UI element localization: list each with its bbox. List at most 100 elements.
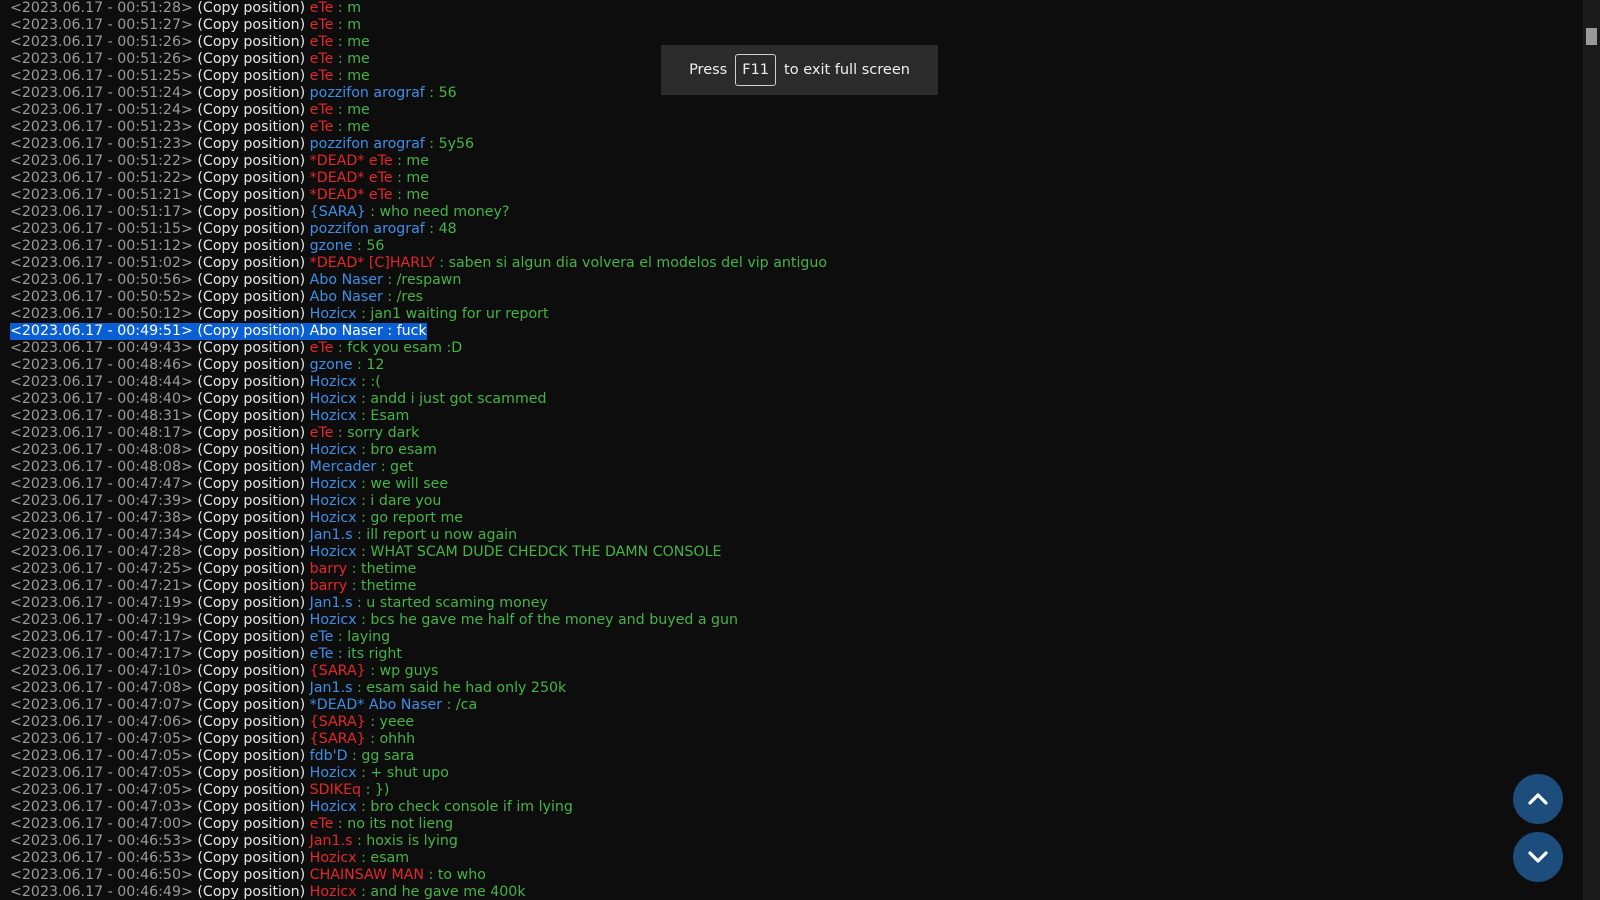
player-name: *DEAD* eTe [309,153,393,169]
copy-position-link[interactable]: (Copy position) [197,187,305,203]
chat-message: ill report u now again [366,527,518,543]
player-name: pozzifon arograf [309,85,425,101]
timestamp: <2023.06.17 - 00:47:05> [10,731,193,747]
timestamp: <2023.06.17 - 00:51:12> [10,238,193,254]
chevron-up-icon [1528,793,1548,805]
copy-position-link[interactable]: (Copy position) [197,34,305,50]
copy-position-link[interactable]: (Copy position) [197,816,305,832]
copy-position-link[interactable]: (Copy position) [197,782,305,798]
player-name: Abo Naser [309,323,383,339]
copy-position-link[interactable]: (Copy position) [197,425,305,441]
copy-position-link[interactable]: (Copy position) [197,527,305,543]
chat-line: <2023.06.17 - 00:47:07> (Copy position) … [10,697,478,713]
fullscreen-toast: Press F11 to exit full screen [661,45,938,95]
copy-position-link[interactable]: (Copy position) [197,119,305,135]
copy-position-link[interactable]: (Copy position) [197,0,305,16]
chat-line: <2023.06.17 - 00:51:21> (Copy position) … [10,187,429,203]
copy-position-link[interactable]: (Copy position) [197,357,305,373]
timestamp: <2023.06.17 - 00:50:12> [10,306,193,322]
chat-message: esam said he had only 250k [366,680,567,696]
player-name: Hozicx [309,850,357,866]
copy-position-link[interactable]: (Copy position) [197,561,305,577]
player-name: Hozicx [309,493,357,509]
copy-position-link[interactable]: (Copy position) [197,459,305,475]
copy-position-link[interactable]: (Copy position) [197,544,305,560]
copy-position-link[interactable]: (Copy position) [197,306,305,322]
copy-position-link[interactable]: (Copy position) [197,238,305,254]
timestamp: <2023.06.17 - 00:46:53> [10,833,193,849]
chat-message: fuck [396,323,427,339]
player-name: Jan1.s [309,527,353,543]
chat-message: m [347,17,362,33]
copy-position-link[interactable]: (Copy position) [197,595,305,611]
copy-position-link[interactable]: (Copy position) [197,102,305,118]
scrollbar-thumb[interactable] [1586,28,1597,45]
copy-position-link[interactable]: (Copy position) [197,850,305,866]
copy-position-link[interactable]: (Copy position) [197,629,305,645]
copy-position-link[interactable]: (Copy position) [197,442,305,458]
copy-position-link[interactable]: (Copy position) [197,510,305,526]
copy-position-link[interactable]: (Copy position) [197,85,305,101]
player-name: gzone [309,357,353,373]
copy-position-link[interactable]: (Copy position) [197,799,305,815]
copy-position-link[interactable]: (Copy position) [197,51,305,67]
copy-position-link[interactable]: (Copy position) [197,153,305,169]
copy-position-link[interactable]: (Copy position) [197,272,305,288]
copy-position-link[interactable]: (Copy position) [197,323,305,339]
timestamp: <2023.06.17 - 00:47:19> [10,595,193,611]
timestamp: <2023.06.17 - 00:47:00> [10,816,193,832]
copy-position-link[interactable]: (Copy position) [197,833,305,849]
copy-position-link[interactable]: (Copy position) [197,289,305,305]
copy-position-link[interactable]: (Copy position) [197,765,305,781]
scroll-down-button[interactable] [1513,832,1563,882]
copy-position-link[interactable]: (Copy position) [197,663,305,679]
chat-line: <2023.06.17 - 00:47:17> (Copy position) … [10,629,391,645]
copy-position-link[interactable]: (Copy position) [197,714,305,730]
copy-position-link[interactable]: (Copy position) [197,578,305,594]
copy-position-link[interactable]: (Copy position) [197,646,305,662]
copy-position-link[interactable]: (Copy position) [197,136,305,152]
copy-position-link[interactable]: (Copy position) [197,697,305,713]
chat-line: <2023.06.17 - 00:51:23> (Copy position) … [10,119,370,135]
scrollbar[interactable] [1583,0,1600,900]
chat-message: :( [370,374,381,390]
copy-position-link[interactable]: (Copy position) [197,374,305,390]
player-name: Hozicx [309,544,357,560]
scroll-up-button[interactable] [1513,774,1563,824]
chat-line: <2023.06.17 - 00:47:38> (Copy position) … [10,510,464,526]
copy-position-link[interactable]: (Copy position) [197,255,305,271]
timestamp: <2023.06.17 - 00:51:02> [10,255,193,271]
chat-message: 48 [438,221,457,237]
chat-message: jan1 waiting for ur report [370,306,549,322]
copy-position-link[interactable]: (Copy position) [197,68,305,84]
copy-position-link[interactable]: (Copy position) [197,867,305,883]
copy-position-link[interactable]: (Copy position) [197,612,305,628]
player-name: eTe [309,425,334,441]
copy-position-link[interactable]: (Copy position) [197,170,305,186]
timestamp: <2023.06.17 - 00:48:44> [10,374,193,390]
timestamp: <2023.06.17 - 00:51:24> [10,85,193,101]
chat-message: we will see [370,476,449,492]
player-name: eTe [309,119,334,135]
copy-position-link[interactable]: (Copy position) [197,731,305,747]
copy-position-link[interactable]: (Copy position) [197,748,305,764]
player-name: eTe [309,102,334,118]
player-name: SDIKEq [309,782,362,798]
chat-message: its right [347,646,402,662]
copy-position-link[interactable]: (Copy position) [197,680,305,696]
copy-position-link[interactable]: (Copy position) [197,391,305,407]
chat-message: me [347,51,370,67]
copy-position-link[interactable]: (Copy position) [197,221,305,237]
timestamp: <2023.06.17 - 00:48:40> [10,391,193,407]
player-name: Abo Naser [309,272,383,288]
timestamp: <2023.06.17 - 00:47:19> [10,612,193,628]
copy-position-link[interactable]: (Copy position) [197,340,305,356]
copy-position-link[interactable]: (Copy position) [197,408,305,424]
chat-message: laying [347,629,391,645]
copy-position-link[interactable]: (Copy position) [197,884,305,900]
copy-position-link[interactable]: (Copy position) [197,204,305,220]
copy-position-link[interactable]: (Copy position) [197,476,305,492]
player-name: gzone [309,238,353,254]
copy-position-link[interactable]: (Copy position) [197,493,305,509]
copy-position-link[interactable]: (Copy position) [197,17,305,33]
